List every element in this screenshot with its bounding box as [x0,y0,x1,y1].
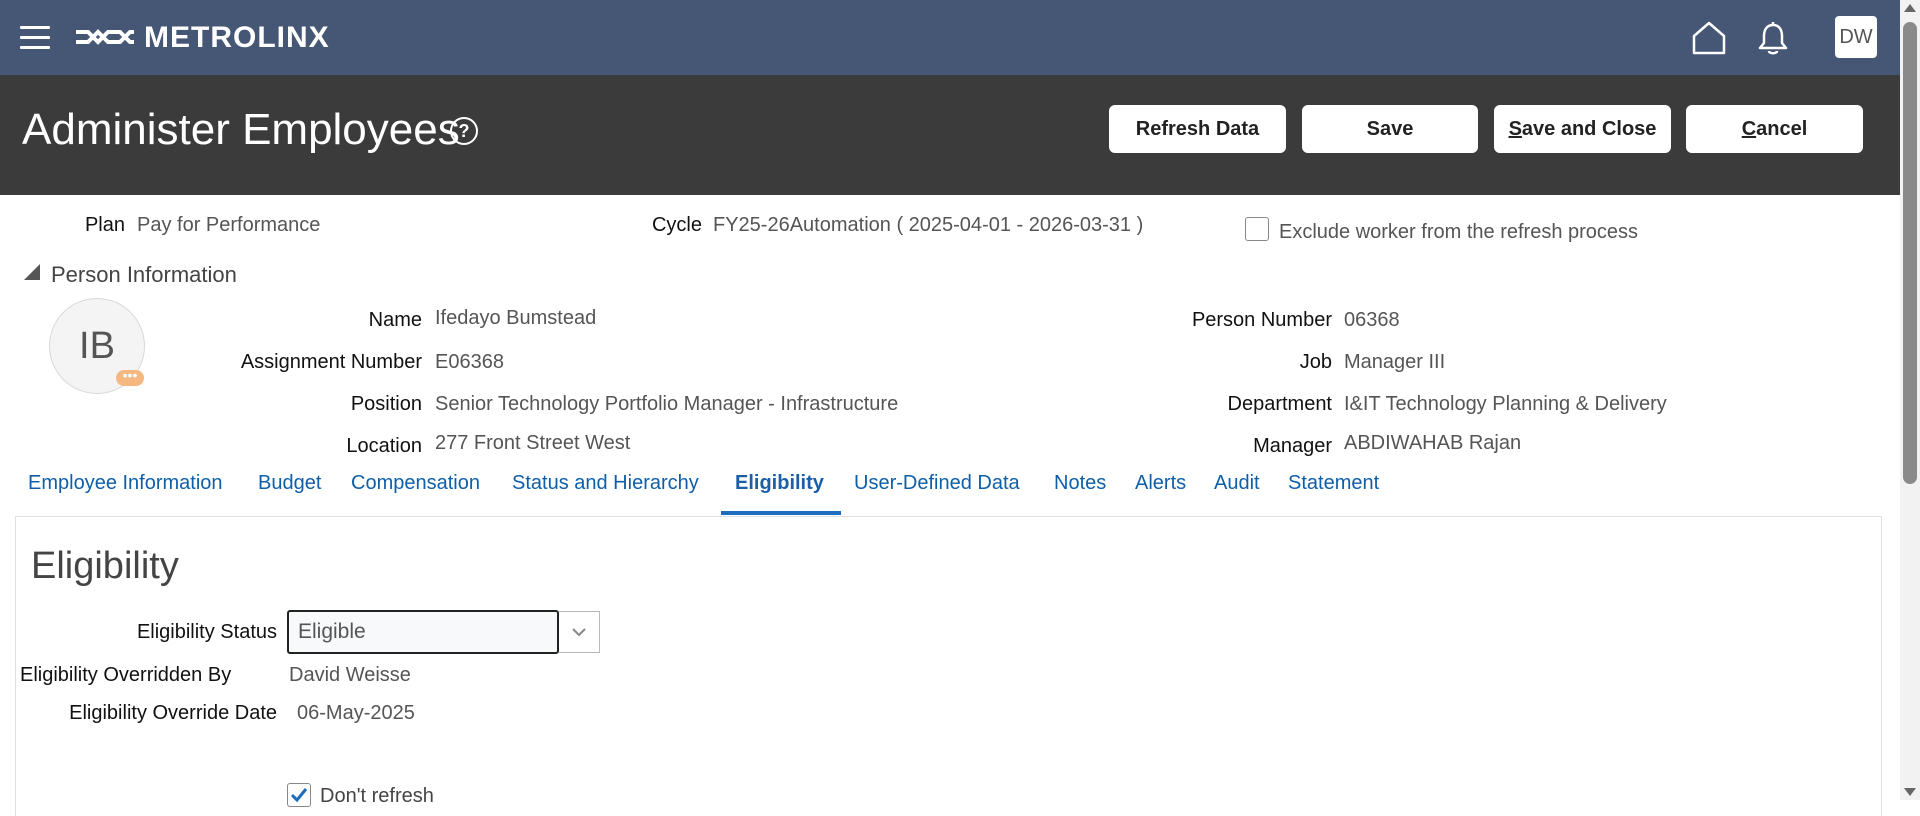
plan-value: Pay for Performance [137,214,321,236]
tab-status-and-hierarchy[interactable]: Status and Hierarchy [512,472,699,495]
save-and-close-label: ave and Close [1521,118,1657,140]
help-icon[interactable]: ? [450,117,478,145]
save-button[interactable]: Save [1302,105,1478,153]
location-value: 277 Front Street West [435,432,631,454]
metrolinx-logo-mark-icon [76,29,134,45]
job-value: Manager III [1344,351,1446,373]
menu-icon[interactable] [20,26,50,50]
exclude-worker-label[interactable]: Exclude worker from the refresh process [1279,221,1638,244]
assignment-number-value: E06368 [435,351,504,373]
tab-employee-information[interactable]: Employee Information [28,472,223,495]
person-information-header[interactable]: Person Information [51,262,237,288]
tab-alerts[interactable]: Alerts [1135,472,1186,495]
cycle-value: FY25-26Automation ( 2025-04-01 - 2026-03… [713,214,1144,236]
top-bar: METROLINX DW [0,0,1900,75]
scroll-up-arrow-icon[interactable] [1904,4,1916,12]
tab-budget[interactable]: Budget [258,472,321,495]
page-header: Administer Employees ? Refresh Data Save… [0,75,1900,195]
tab-notes[interactable]: Notes [1054,472,1106,495]
active-tab-indicator [721,511,841,515]
page-title: Administer Employees [22,105,460,154]
plan-label: Plan [84,214,125,236]
eligibility-overridden-by-value: David Weisse [289,664,411,686]
eligibility-override-date-value: 06-May-2025 [297,702,415,724]
name-label: Name [368,309,422,331]
collapse-triangle-icon[interactable] [24,264,40,280]
tab-audit[interactable]: Audit [1214,472,1260,495]
metrolinx-logo[interactable]: METROLINX [74,18,330,58]
position-label: Position [350,393,422,415]
eligibility-title: Eligibility [31,545,179,587]
department-value: I&IT Technology Planning & Delivery [1344,393,1667,415]
eligibility-status-dropdown-button[interactable] [559,611,600,653]
save-and-close-mnemonic: S [1508,118,1522,140]
department-label: Department [1227,393,1333,415]
person-number-value: 06368 [1344,309,1400,331]
scroll-down-arrow-icon[interactable] [1904,788,1916,796]
dont-refresh-label[interactable]: Don't refresh [320,785,434,808]
cancel-label: ancel [1756,118,1808,140]
cancel-mnemonic: C [1741,118,1757,140]
location-label: Location [346,435,422,457]
manager-value: ABDIWAHAB Rajan [1344,432,1522,454]
eligibility-status-label: Eligibility Status [136,621,277,643]
position-value: Senior Technology Portfolio Manager - In… [435,393,899,415]
cancel-button[interactable]: Cancel [1686,105,1863,153]
name-value: Ifedayo Bumstead [435,307,597,329]
chevron-down-icon [572,628,586,637]
user-avatar[interactable]: DW [1835,16,1877,58]
person-number-label: Person Number [1191,309,1332,331]
logo-text: METROLINX [144,21,330,54]
tab-user-defined-data[interactable]: User-Defined Data [854,472,1020,495]
tab-statement[interactable]: Statement [1288,472,1379,495]
job-label: Job [1299,351,1332,373]
bell-icon[interactable] [1756,20,1790,56]
cycle-label: Cycle [651,214,702,236]
more-options-icon[interactable]: ••• [116,368,144,386]
dont-refresh-checkbox[interactable] [287,783,311,807]
checkmark-icon [290,788,308,803]
refresh-data-button[interactable]: Refresh Data [1109,105,1286,153]
assignment-number-label: Assignment Number [240,351,422,373]
tab-eligibility[interactable]: Eligibility [735,472,824,495]
tab-compensation[interactable]: Compensation [351,472,480,495]
scrollbar-thumb[interactable] [1903,22,1917,484]
home-icon[interactable] [1690,19,1728,57]
exclude-worker-checkbox[interactable] [1245,217,1269,241]
manager-label: Manager [1253,435,1332,457]
eligibility-status-select[interactable]: Eligible [287,610,559,654]
save-and-close-button[interactable]: Save and Close [1494,105,1671,153]
eligibility-override-date-label: Eligibility Override Date [69,702,277,724]
